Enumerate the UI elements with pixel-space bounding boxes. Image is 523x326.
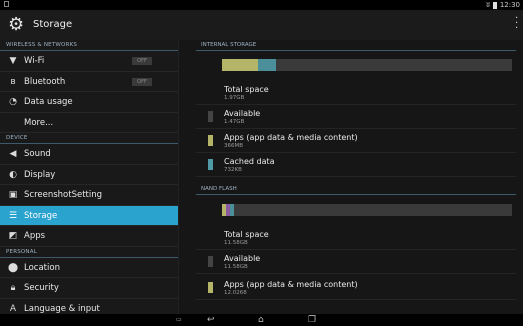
storage-details: INTERNAL STORAGE Total space 1.97GB Avai… [196,40,516,314]
row-value: 1.97GB [224,95,245,101]
sidebar-item-label: Bluetooth [24,76,66,87]
sidebar-item-label: ScreenshotSetting [24,190,103,200]
home-icon[interactable]: ⌂ [258,315,264,325]
sidebar-item-label: Display [24,169,56,180]
wifi-toggle[interactable]: OFF [132,57,152,65]
nand-flash-header: NAND FLASH [196,184,516,195]
section-header-personal: PERSONAL [0,247,178,258]
nand-apps[interactable]: Apps (app data & media content) 12.0268 [196,276,516,300]
location-pin-icon: ⬤ [8,262,19,273]
row-title: Apps (app data & media content) [224,133,358,142]
row-value: 732KB [224,167,242,173]
pane-divider [178,40,179,314]
nand-total-space[interactable]: Total space 11.58GB [196,226,516,250]
sidebar-item-label: Language & input [24,303,100,314]
status-icons: ʬ 12:30 [486,0,520,10]
storage-icon: ☰ [8,210,18,221]
row-value: 366MB [224,143,244,149]
internal-usage-bar [222,59,512,71]
screenshot-icon: ▣ [8,190,18,200]
nand-available[interactable]: Available 11.58GB [196,250,516,274]
sidebar-item-label: Security [24,283,59,293]
internal-cached[interactable]: Cached data 732KB [196,153,516,177]
data-usage-icon: ◔ [9,97,17,107]
section-header-device: DEVICE [0,133,178,144]
row-value: 12.0268 [224,290,247,296]
keyboard-a-icon: A [9,303,17,314]
speaker-icon: ◀ [9,149,17,159]
row-title: Apps (app data & media content) [224,280,358,289]
internal-total-space[interactable]: Total space 1.97GB [196,81,516,105]
brightness-icon: ◐ [9,169,17,180]
row-value: 11.58GB [224,264,248,270]
apps-icon: ◩ [8,231,18,241]
notification-icon [4,1,9,7]
row-value: 1.47GB [224,119,245,125]
recent-apps-icon[interactable]: ❐ [308,315,316,325]
available-swatch [208,256,213,267]
sidebar-item-label: Sound [24,149,51,159]
sidebar-item-label: More... [24,117,54,128]
apps-swatch [208,135,213,146]
status-bar: ʬ 12:30 [0,0,523,10]
apps-segment [222,59,258,71]
row-title: Total space [224,85,269,94]
cached-swatch [208,159,213,170]
sidebar-item-display[interactable]: ◐ Display [0,165,178,185]
sidebar-item-bluetooth[interactable]: ʙ Bluetooth OFF [0,72,178,92]
sidebar-item-wifi[interactable]: ▼ Wi-Fi OFF [0,51,178,72]
nand-usage-bar [222,204,512,216]
internal-available[interactable]: Available 1.47GB [196,105,516,129]
available-swatch [208,111,213,122]
wifi-icon: ▼ [9,56,17,66]
sidebar-item-more[interactable]: More... [0,113,178,133]
row-title: Available [224,254,261,263]
sidebar-item-label: Apps [24,231,46,241]
sidebar-item-screenshot-setting[interactable]: ▣ ScreenshotSetting [0,185,178,206]
internal-apps[interactable]: Apps (app data & media content) 366MB [196,129,516,153]
internal-storage-header: INTERNAL STORAGE [196,40,516,51]
clock: 12:30 [499,1,520,9]
battery-icon [492,1,497,9]
cached-segment [230,204,234,216]
navigation-bar: ▭ ↩ ⌂ ❐ [0,314,523,326]
row-title: Cached data [224,157,275,166]
row-title: Available [224,109,261,118]
bluetooth-status-icon: ʬ [486,1,490,9]
page-title: Storage [33,19,73,30]
sidebar-item-apps[interactable]: ◩ Apps [0,226,178,247]
sidebar-item-sound[interactable]: ◀ Sound [0,144,178,165]
row-title: Total space [224,230,269,239]
sidebar-item-label: Data usage [24,97,73,107]
action-bar: ⚙ Storage · · · [0,10,523,40]
bluetooth-icon: ʙ [10,76,16,87]
apps-swatch [208,282,213,293]
sidebar-item-security[interactable]: 🔒︎ Security [0,278,178,299]
sidebar-item-label: Storage [24,210,58,221]
row-value: 11.58GB [224,240,248,246]
cached-segment [258,59,276,71]
section-header-wireless: WIRELESS & NETWORKS [0,40,178,51]
sidebar-item-label: Wi-Fi [24,56,45,66]
settings-sidebar: WIRELESS & NETWORKS ▼ Wi-Fi OFF ʙ Blueto… [0,40,178,319]
overflow-menu-icon[interactable]: · · · [515,14,519,34]
sidebar-item-location[interactable]: ⬤ Location [0,258,178,278]
sidebar-item-data-usage[interactable]: ◔ Data usage [0,92,178,113]
sidebar-item-label: Location [24,262,60,273]
bluetooth-toggle[interactable]: OFF [132,77,152,86]
lock-icon: 🔒︎ [10,283,16,293]
screenshot-nav-icon[interactable]: ▭ [176,315,182,325]
settings-gear-icon[interactable]: ⚙ [8,16,24,34]
sidebar-item-storage[interactable]: ☰ Storage [0,205,178,226]
back-icon[interactable]: ↩ [207,315,215,325]
